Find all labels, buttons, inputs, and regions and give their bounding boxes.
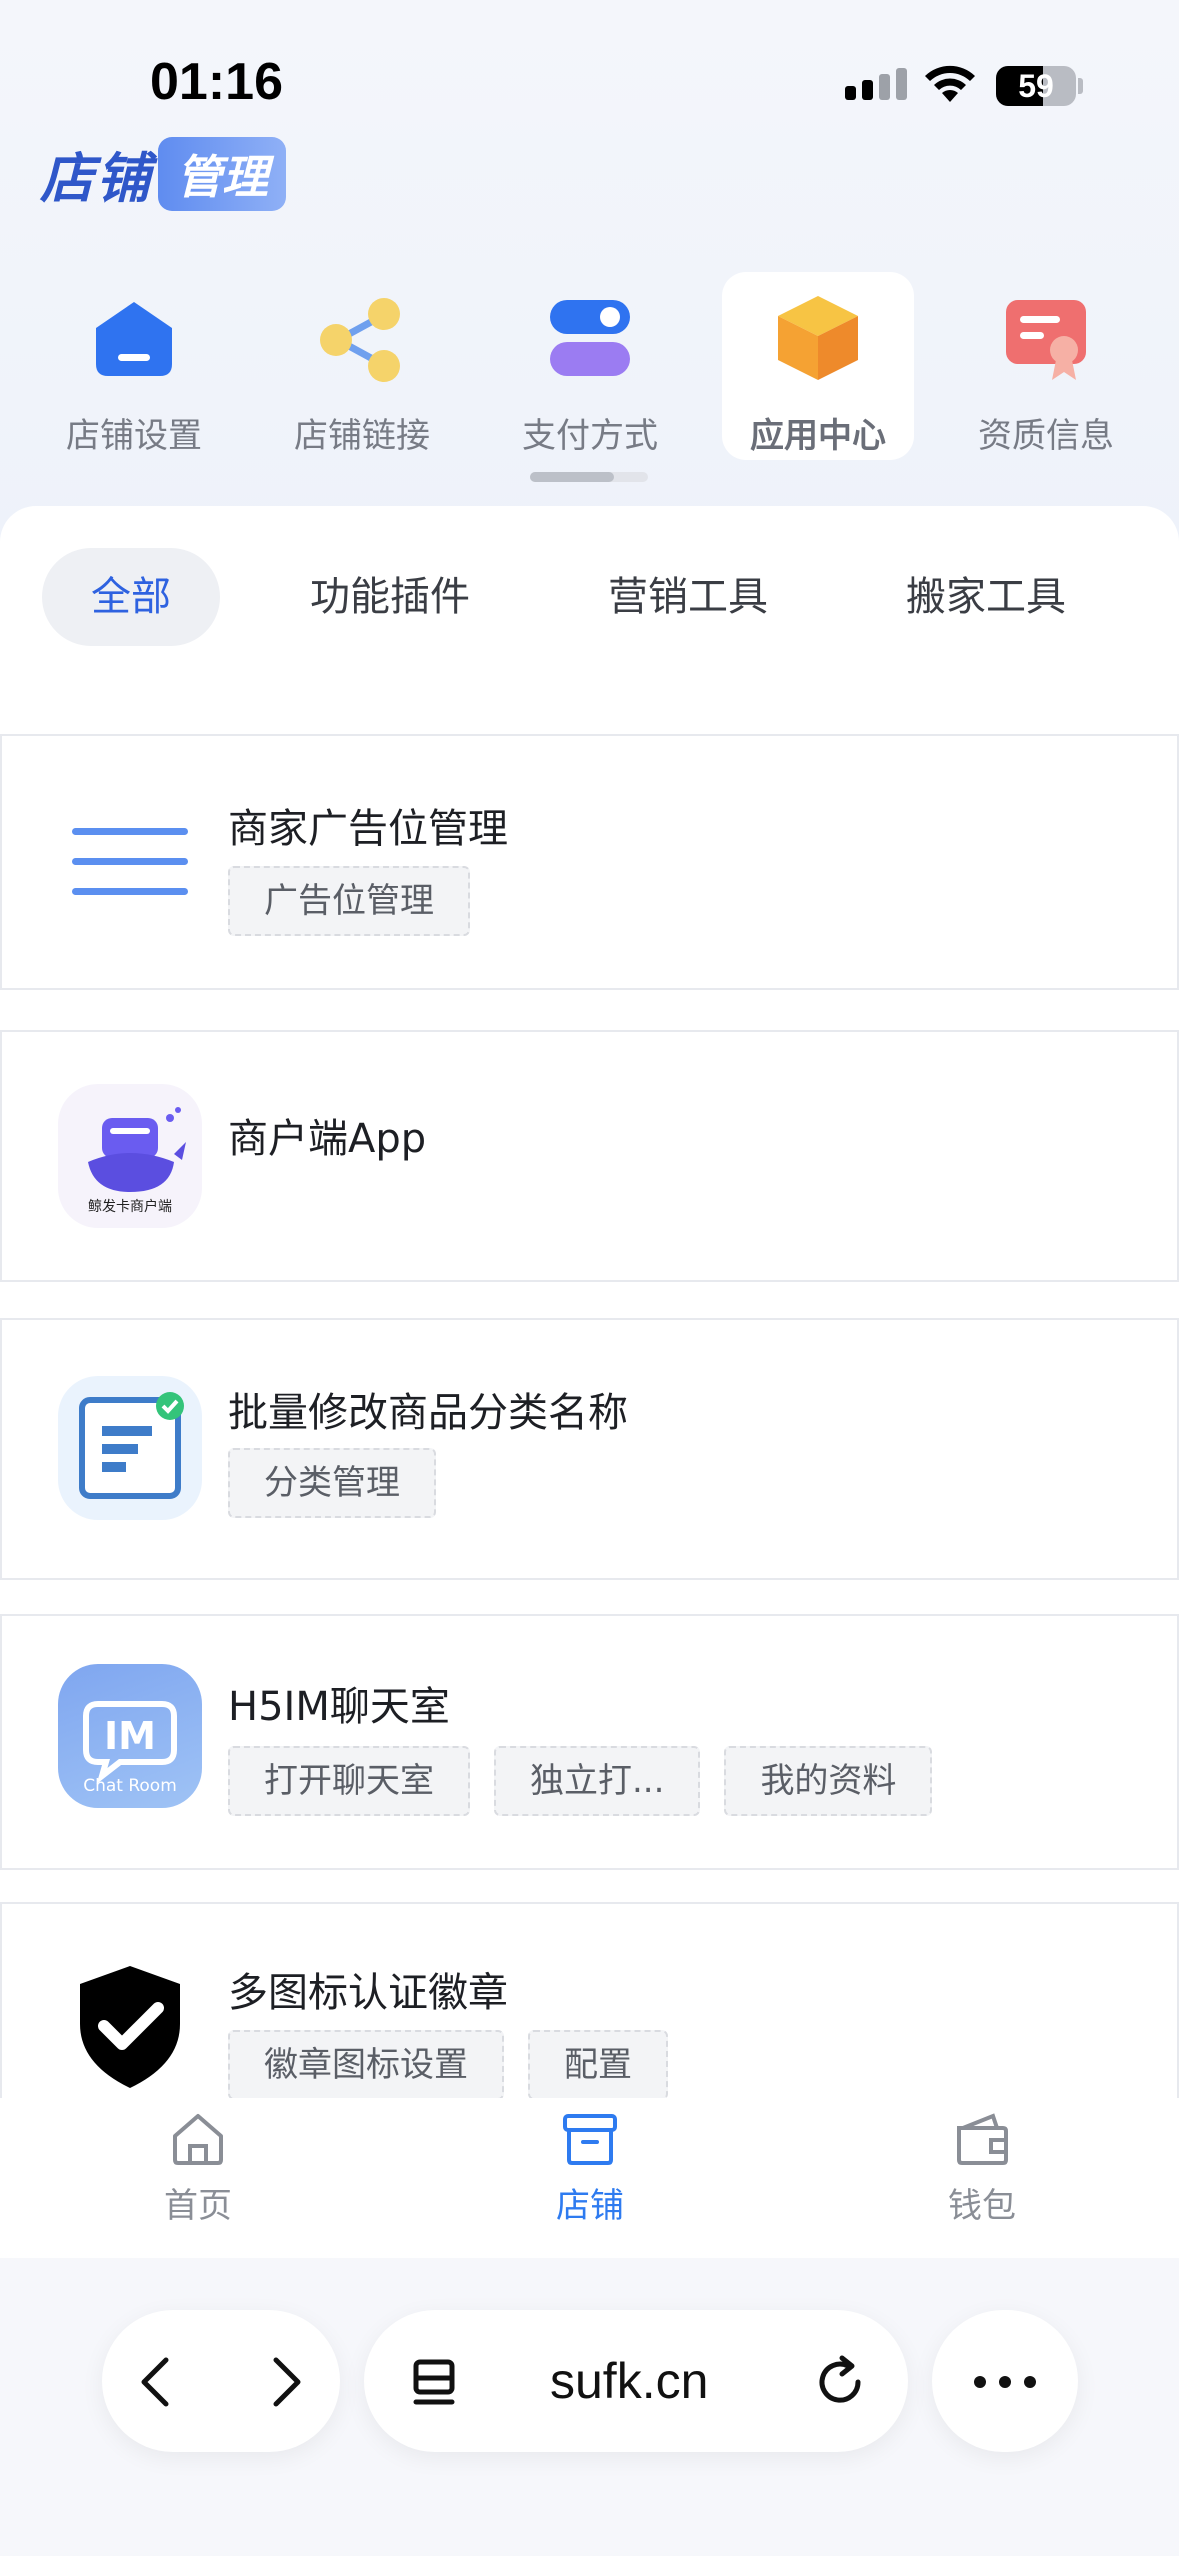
battery-icon: 59 — [996, 66, 1076, 106]
app-title: 批量修改商品分类名称 — [228, 1390, 628, 1436]
whale-app-caption: 鲸发卡商户端 — [88, 1199, 172, 1215]
category-scroll-thumb[interactable] — [530, 472, 614, 482]
tabbar-label: 钱包 — [948, 2186, 1016, 2226]
page-menu-button[interactable] — [406, 2352, 466, 2416]
brand-logo: 店铺 管理 — [40, 134, 286, 213]
app-title: 多图标认证徽章 — [228, 1970, 508, 2016]
app-card-ad-slot[interactable]: 商家广告位管理 广告位管理 — [0, 734, 1179, 990]
tabbar-label: 店铺 — [556, 2186, 624, 2226]
cellular-signal-icon — [845, 68, 907, 100]
more-icon — [970, 2372, 1040, 2396]
share-link-icon — [316, 292, 408, 384]
home-icon — [173, 2114, 223, 2165]
category-edit-icon — [58, 1376, 202, 1520]
page-menu-icon — [413, 2359, 455, 2405]
tag-my-profile[interactable]: 我的资料 — [724, 1746, 933, 1816]
wallet-icon — [957, 2113, 1008, 2165]
chat-room-icon-text: IM — [104, 1714, 156, 1758]
chat-room-caption: Chat Room — [83, 1776, 177, 1796]
app-title: 商家广告位管理 — [228, 806, 508, 852]
certificate-icon — [1000, 292, 1092, 384]
chevron-left-icon — [141, 2357, 169, 2407]
tag-badge-icon-settings[interactable]: 徽章图标设置 — [228, 2030, 504, 2098]
reload-icon — [819, 2355, 861, 2403]
category-nav: 店铺设置 店铺链接 支付方式 应用中心 资质信息 — [28, 272, 1158, 462]
brand-text-store: 店铺 — [40, 147, 152, 210]
app-title: H5IM聊天室 — [228, 1684, 450, 1730]
tag-ad-slot-manage[interactable]: 广告位管理 — [228, 866, 470, 936]
url-text[interactable]: sufk.cn — [550, 2352, 708, 2410]
tab-marketing-tools[interactable]: 营销工具 — [578, 548, 798, 646]
tab-function-plugins[interactable]: 功能插件 — [280, 548, 500, 646]
bottom-tab-bar: 首页 店铺 钱包 — [0, 2098, 1179, 2258]
payment-toggle-icon — [544, 292, 636, 384]
store-settings-icon — [88, 292, 180, 384]
tab-all[interactable]: 全部 — [42, 548, 220, 646]
app-title: 商户端App — [228, 1116, 427, 1162]
chevron-right-icon — [273, 2357, 301, 2407]
tag-config[interactable]: 配置 — [528, 2030, 668, 2098]
app-card-batch-category[interactable]: 批量修改商品分类名称 分类管理 — [0, 1318, 1179, 1580]
tabbar-label: 首页 — [164, 2186, 232, 2226]
store-box-icon — [563, 2114, 617, 2165]
forward-button[interactable] — [254, 2352, 314, 2416]
app-card-merchant-app[interactable]: 鲸发卡商户端 商户端App — [0, 1030, 1179, 1282]
app-list: 商家广告位管理 广告位管理 鲸发卡商户端 商户端App 批量修改商品分类名称 分… — [0, 734, 1179, 2098]
whale-app-icon: 鲸发卡商户端 — [58, 1084, 202, 1228]
tabbar-store[interactable]: 店铺 — [510, 2110, 670, 2227]
category-app-center[interactable]: 应用中心 — [722, 272, 914, 460]
battery-tip — [1078, 78, 1083, 94]
tag-category-manage[interactable]: 分类管理 — [228, 1448, 436, 1518]
reload-button[interactable] — [812, 2352, 872, 2416]
category-label: 应用中心 — [750, 416, 886, 456]
app-box-icon — [772, 292, 864, 384]
menu-lines-icon — [58, 792, 202, 936]
app-card-badge[interactable]: 多图标认证徽章 徽章图标设置 配置 — [0, 1902, 1179, 2098]
wifi-icon — [922, 62, 978, 108]
category-store-link[interactable]: 店铺链接 — [266, 272, 458, 460]
tab-migration-tools[interactable]: 搬家工具 — [876, 548, 1096, 646]
category-label: 资质信息 — [978, 416, 1114, 456]
tabbar-wallet[interactable]: 钱包 — [902, 2110, 1062, 2227]
category-label: 店铺设置 — [66, 416, 202, 456]
category-store-settings[interactable]: 店铺设置 — [38, 272, 230, 460]
category-label: 支付方式 — [522, 416, 658, 456]
shield-check-icon — [58, 1954, 202, 2098]
battery-percent: 59 — [1018, 68, 1054, 104]
app-card-chat-room[interactable]: IM Chat Room H5IM聊天室 打开聊天室 独立打... 我的资料 — [0, 1614, 1179, 1870]
brand-text-manage: 管理 — [158, 136, 286, 211]
category-qualification[interactable]: 资质信息 — [950, 272, 1142, 460]
category-payment[interactable]: 支付方式 — [494, 272, 686, 460]
tag-standalone-open[interactable]: 独立打... — [494, 1746, 701, 1816]
category-label: 店铺链接 — [294, 416, 430, 456]
filter-tabs: 全部 功能插件 营销工具 搬家工具 — [42, 548, 1142, 646]
status-time: 01:16 — [150, 53, 283, 111]
tag-open-chat-room[interactable]: 打开聊天室 — [228, 1746, 470, 1816]
back-button[interactable] — [128, 2352, 188, 2416]
tabbar-home[interactable]: 首页 — [118, 2110, 278, 2227]
chat-room-icon: IM Chat Room — [58, 1664, 202, 1808]
